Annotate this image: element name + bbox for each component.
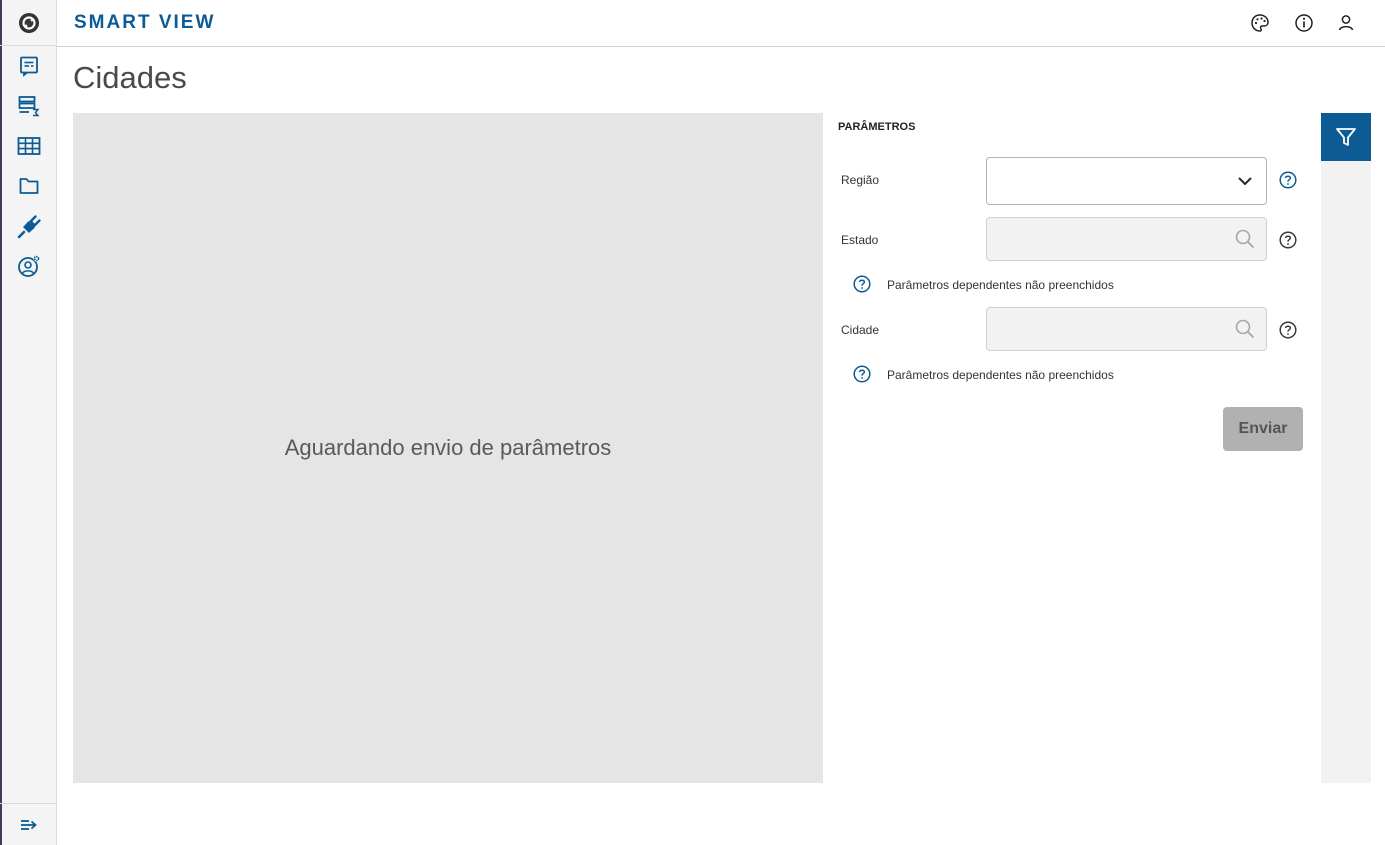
cidade-note-help-icon xyxy=(853,365,871,383)
sidebar-item-user-settings[interactable] xyxy=(0,248,57,284)
field-label-cidade: Cidade xyxy=(841,323,880,337)
expand-menu-button[interactable] xyxy=(0,803,57,845)
user-button[interactable] xyxy=(1335,12,1357,34)
report-icon xyxy=(19,56,38,77)
report-placeholder: Aguardando envio de parâmetros xyxy=(73,113,823,783)
field-label-regiao: Região xyxy=(841,173,880,187)
sidebar-item-folder[interactable] xyxy=(0,168,57,204)
sidebar-item-report-sum[interactable] xyxy=(0,88,57,124)
palette-icon xyxy=(1251,14,1269,32)
theme-button[interactable] xyxy=(1249,12,1271,34)
app-root: SMART VIEW Cidades Aguardando envio de p… xyxy=(0,0,1385,845)
placeholder-text: Aguardando envio de parâmetros xyxy=(284,435,612,460)
totvs-logo[interactable] xyxy=(0,0,57,46)
submit-button[interactable]: Enviar xyxy=(1223,407,1303,451)
expand-menu-icon xyxy=(20,819,37,830)
logo-icon xyxy=(18,12,39,33)
estado-dependency-note: Parâmetros dependentes não preenchidos xyxy=(887,278,1114,292)
params-title: PARÂMETROS xyxy=(838,121,916,133)
table-icon xyxy=(17,137,40,155)
search-icon[interactable] xyxy=(1234,318,1256,340)
filter-toggle-button[interactable] xyxy=(1321,113,1371,161)
plug-icon xyxy=(17,215,41,239)
sidebar-item-connectors[interactable] xyxy=(0,209,57,245)
user-icon xyxy=(1338,15,1354,31)
info-icon xyxy=(1295,14,1313,32)
regiao-select[interactable] xyxy=(986,157,1267,205)
sidebar xyxy=(0,0,57,845)
regiao-help-icon[interactable] xyxy=(1279,171,1297,189)
cidade-dependency-note: Parâmetros dependentes não preenchidos xyxy=(887,368,1114,382)
sidebar-item-table[interactable] xyxy=(0,128,57,164)
info-button[interactable] xyxy=(1293,12,1315,34)
page-title: Cidades xyxy=(73,60,187,95)
app-brand[interactable]: SMART VIEW xyxy=(74,12,215,34)
folder-icon xyxy=(19,178,38,194)
filter-strip xyxy=(1321,113,1371,783)
field-label-estado: Estado xyxy=(841,233,879,247)
estado-note-help-icon xyxy=(853,275,871,293)
report-sum-icon xyxy=(18,96,39,117)
search-icon[interactable] xyxy=(1234,228,1256,250)
user-settings-icon xyxy=(17,255,40,277)
top-header: SMART VIEW xyxy=(57,0,1385,47)
estado-help-icon[interactable] xyxy=(1279,231,1297,249)
cidade-help-icon[interactable] xyxy=(1279,321,1297,339)
estado-lookup[interactable] xyxy=(986,217,1267,261)
chevron-down-icon xyxy=(1234,170,1256,192)
filter-icon xyxy=(1336,128,1356,146)
cidade-lookup[interactable] xyxy=(986,307,1267,351)
sidebar-item-reports[interactable] xyxy=(0,48,57,84)
